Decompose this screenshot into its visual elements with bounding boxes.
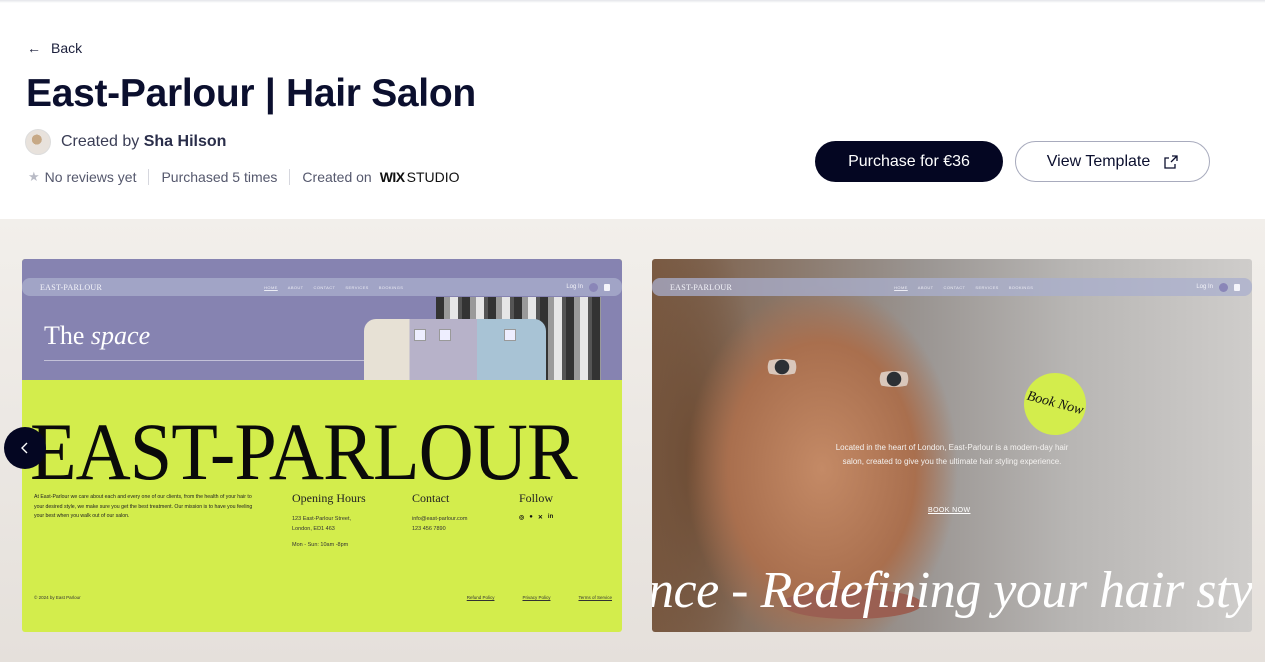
site-navbar: EAST-PARLOUR HOME ABOUT CONTACT SERVICES… [652,278,1252,296]
arrow-left-icon: ← [27,40,41,56]
nav-link: CONTACT [943,284,966,290]
brand-wordmark: EAST-PARLOUR [30,406,578,497]
book-now-badge: Book Now [1017,366,1093,442]
back-link[interactable]: ← Back [27,40,82,56]
star-icon: ★ [28,169,40,184]
nav-link: HOME [264,284,278,290]
view-template-button[interactable]: View Template [1015,141,1210,182]
section-heading: The space [44,321,150,351]
site-navbar: EAST-PARLOUR HOME ABOUT CONTACT SERVICES… [22,278,622,296]
cart-icon [604,283,610,291]
footer-link: Refund Policy [466,595,495,600]
view-template-label: View Template [1046,152,1151,170]
external-link-icon [1164,154,1178,169]
follow-title: Follow [519,491,554,505]
cart-icon [1234,283,1240,291]
nav-link: HOME [894,284,908,290]
nav-link: SERVICES [345,284,369,290]
footer-link: Terms of Service [578,595,612,600]
nav-link: BOOKINGS [1008,284,1034,290]
divider [148,169,150,185]
site-footer: © 2024 by East Parlour Refund Policy Pri… [34,595,612,600]
carousel-prev-button[interactable] [4,427,46,469]
preview-card-hero[interactable]: EAST-PARLOUR HOME ABOUT CONTACT SERVICES… [652,259,1252,632]
created-on-label: Created on [302,169,372,185]
heading-plain: The [44,321,85,350]
divider [289,169,291,185]
site-nav-right: Log In [1196,282,1240,292]
site-logo: EAST-PARLOUR [40,282,103,292]
nav-link: ABOUT [287,284,304,290]
footer-links: Refund Policy Privacy Policy Terms of Se… [467,595,612,600]
purchases-text: Purchased 5 times [161,169,278,185]
x-icon: ✕ [537,515,543,521]
heading-italic: space [90,321,151,350]
address-line: 123 East-Parlour Street, [292,516,352,522]
footer-link: Privacy Policy [522,595,551,600]
creator-info: Created by Sha Hilson [25,129,226,155]
nav-link: SERVICES [975,284,999,290]
chevron-left-icon [21,442,28,454]
marquee-text: nce - Redefining your hair styling [652,562,1252,619]
facebook-icon: ● [529,514,533,520]
created-by-label: Created by [61,133,140,150]
hero-paragraph: Located in the heart of London, East-Par… [835,443,1069,466]
heading-rule [44,360,364,361]
creator-name[interactable]: Sha Hilson [144,133,227,150]
photo-detail [760,359,804,375]
login-text: Log In [1196,284,1213,290]
user-icon [1219,282,1228,292]
site-logo: EAST-PARLOUR [670,282,733,292]
creator-text: Created by Sha Hilson [61,133,226,151]
building-image [364,319,546,380]
linkedin-icon: in [547,514,554,520]
template-header: ← Back East-Parlour | Hair Salon Created… [0,0,1265,219]
social-icons: ◎ ● ✕ in [519,514,553,521]
nav-link: CONTACT [313,284,336,290]
wix-studio-logo: WIX STUDIO [380,169,460,185]
follow-column: Follow ◎ ● ✕ in [519,491,553,521]
phone-text: 123 456 7890 [412,526,446,532]
site-nav-right: Log In [566,282,610,292]
template-meta: ★ No reviews yet Purchased 5 times Creat… [28,169,460,185]
preview-card-desktop[interactable]: EAST-PARLOUR HOME ABOUT CONTACT SERVICES… [22,259,622,632]
page-title: East-Parlour | Hair Salon [26,72,476,115]
hours-text: Mon - Sun: 10am -8pm [292,542,349,548]
email-text: info@east-parlour.com [412,516,468,522]
avatar [25,129,51,155]
address-line: London, ED1 463 [292,526,335,532]
reviews-text: No reviews yet [44,169,137,185]
nav-link: ABOUT [917,284,934,290]
book-now-link: BOOK NOW [928,507,971,514]
hours-title: Opening Hours [292,491,366,505]
user-icon [589,282,598,292]
opening-hours-column: Opening Hours 123 East-Parlour Street, L… [292,491,366,550]
purchase-button[interactable]: Purchase for €36 [815,141,1003,182]
site-nav-links: HOME ABOUT CONTACT SERVICES BOOKINGS [894,285,1033,290]
site-nav-links: HOME ABOUT CONTACT SERVICES BOOKINGS [264,285,403,290]
contact-column: Contact info@east-parlour.com 123 456 78… [412,491,467,534]
top-divider [0,0,1265,3]
back-label: Back [51,40,83,56]
copyright-text: © 2024 by East Parlour [34,595,81,600]
login-text: Log In [566,284,583,290]
studio-logo-text: STUDIO [406,169,460,185]
contact-title: Contact [412,491,450,505]
about-paragraph: At East-Parlour we care about each and e… [34,494,253,519]
instagram-icon: ◎ [519,515,525,521]
photo-detail [872,371,916,387]
wix-logo-text: WIX [379,169,405,185]
nav-link: BOOKINGS [378,284,404,290]
